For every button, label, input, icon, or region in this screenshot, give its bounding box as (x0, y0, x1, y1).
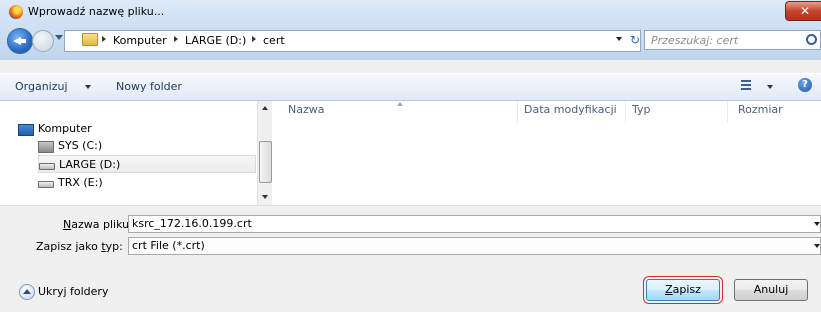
title-bar: Wprowadź nazwę pliku... ✕ (0, 0, 821, 24)
save-button[interactable]: Zapisz (643, 276, 723, 304)
breadcrumb-separator-icon[interactable] (252, 36, 256, 42)
view-dropdown-icon[interactable] (767, 85, 773, 89)
breadcrumb-separator-icon[interactable] (174, 36, 178, 42)
address-dropdown-icon[interactable] (616, 37, 622, 41)
column-header-date-modified[interactable]: Data modyfikacji (524, 103, 617, 116)
organize-menu-button[interactable]: Organizuj (15, 80, 68, 93)
column-divider[interactable] (727, 101, 728, 123)
column-divider[interactable] (517, 101, 518, 123)
search-placeholder: Przeszukaj: cert (651, 34, 739, 47)
cancel-button[interactable]: Anuluj (734, 279, 808, 301)
breadcrumb-komputer[interactable]: Komputer (113, 34, 167, 47)
hide-folders-icon[interactable] (19, 284, 35, 300)
breadcrumb-large-d[interactable]: LARGE (D:) (185, 34, 246, 47)
history-dropdown-icon[interactable] (55, 35, 63, 40)
nav-item-label: LARGE (D:) (59, 158, 121, 171)
back-button[interactable] (7, 28, 33, 54)
scroll-thumb[interactable] (259, 141, 272, 183)
breadcrumb-cert[interactable]: cert (263, 34, 285, 47)
view-options-icon[interactable] (741, 80, 751, 90)
drive-icon (39, 163, 55, 170)
save-type-label: Zapisz jako typ: (36, 240, 123, 253)
nav-item-label: TRX (E:) (58, 176, 103, 189)
nav-item-sys-c[interactable]: SYS (C:) (38, 137, 256, 155)
system-drive-icon (38, 141, 54, 153)
computer-icon (18, 124, 34, 136)
navigation-pane: Komputer SYS (C:) LARGE (D:) TRX (E:) (0, 101, 257, 205)
nav-item-label: Komputer (38, 122, 92, 135)
new-folder-button[interactable]: Nowy folder (116, 80, 182, 93)
nav-item-label: SYS (C:) (58, 139, 103, 152)
file-list[interactable] (272, 101, 821, 205)
column-header-name[interactable]: Nazwa (288, 103, 324, 116)
nav-item-large-d[interactable]: LARGE (D:) (38, 155, 256, 173)
folder-icon (82, 33, 98, 46)
filename-field[interactable]: ksrc_172.16.0.199.crt (128, 215, 821, 233)
breadcrumb-separator-icon[interactable] (102, 36, 106, 42)
forward-button[interactable] (32, 30, 54, 52)
scroll-down-icon[interactable] (262, 195, 268, 199)
save-dialog: Wprowadź nazwę pliku... ✕ Komputer LARGE… (0, 0, 821, 312)
save-type-select[interactable]: crt File (*.crt) (128, 237, 821, 255)
help-icon[interactable]: ? (798, 78, 812, 92)
organize-dropdown-icon[interactable] (85, 85, 91, 89)
save-type-dropdown-icon[interactable] (814, 244, 820, 248)
column-divider[interactable] (625, 101, 626, 123)
firefox-icon (9, 5, 23, 19)
column-header-type[interactable]: Typ (632, 103, 651, 116)
drive-icon (38, 181, 54, 188)
nav-item-trx-e[interactable]: TRX (E:) (38, 174, 256, 192)
nav-item-computer[interactable]: Komputer (18, 120, 256, 138)
navigation-scrollbar[interactable] (257, 101, 272, 205)
column-header-size[interactable]: Rozmiar (738, 103, 783, 116)
hide-folders-button[interactable]: Ukryj foldery (38, 285, 108, 298)
window-title: Wprowadź nazwę pliku... (28, 5, 165, 18)
sort-ascending-icon (397, 102, 403, 106)
close-button[interactable]: ✕ (785, 1, 821, 21)
refresh-icon[interactable]: ↻ (627, 31, 643, 49)
scroll-up-icon[interactable] (262, 106, 268, 110)
filename-label: Nazwa pliku: (63, 218, 133, 231)
search-icon[interactable] (806, 34, 817, 45)
filename-dropdown-icon[interactable] (814, 222, 820, 226)
